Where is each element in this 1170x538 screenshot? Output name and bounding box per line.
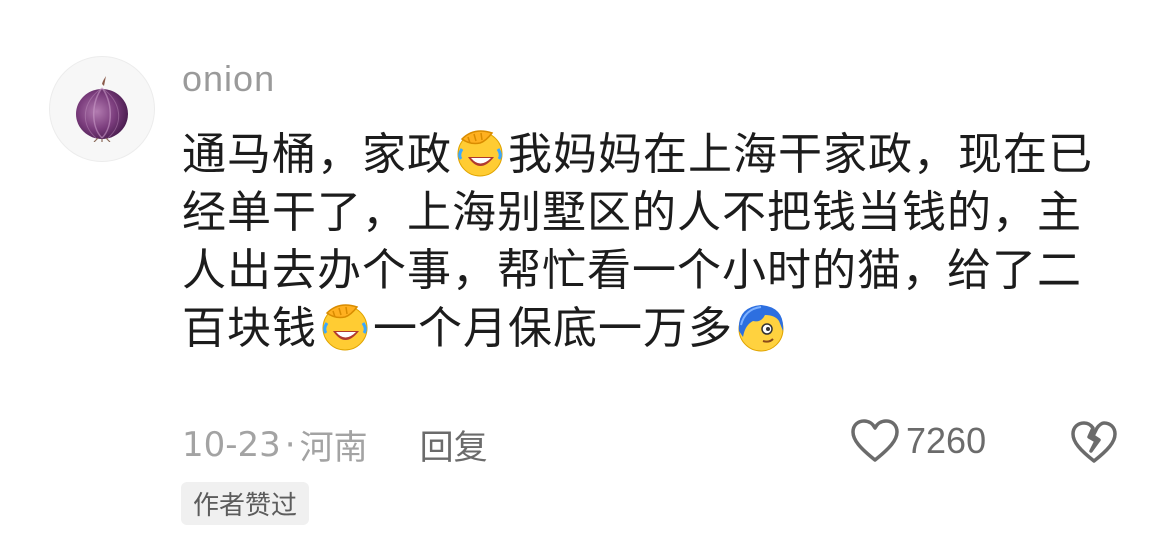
like-count: 7260: [906, 420, 987, 461]
comment-meta: 10-23 · 河南 回复: [182, 420, 488, 469]
facepalm-laugh-emoji-icon: [322, 304, 368, 351]
blue-hair-smirk-emoji-icon: [738, 305, 784, 352]
comment-date: 10-23: [182, 424, 281, 465]
like-button[interactable]: 7260: [850, 418, 986, 464]
dislike-button[interactable]: [1070, 420, 1118, 468]
meta-separator: ·: [284, 424, 296, 465]
avatar[interactable]: [49, 56, 155, 162]
comment-text-part-3: 一个月保底一万多: [373, 303, 733, 354]
reply-button[interactable]: 回复: [420, 420, 488, 469]
heart-outline-icon: [851, 419, 899, 462]
author-liked-badge: 作者赞过: [181, 482, 310, 525]
username[interactable]: onion: [182, 58, 275, 100]
comment-text: 通马桶，家政 我妈妈在上海干家政，现在已经单干了，上海别墅区的人不把钱当钱的，主…: [182, 126, 1112, 358]
onion-avatar-icon: [76, 76, 128, 142]
comment-location: 河南: [299, 428, 368, 468]
broken-heart-icon: [1071, 421, 1117, 463]
facepalm-laugh-emoji-icon: [457, 130, 503, 177]
comment-text-part-1: 通马桶，家政: [182, 129, 452, 180]
